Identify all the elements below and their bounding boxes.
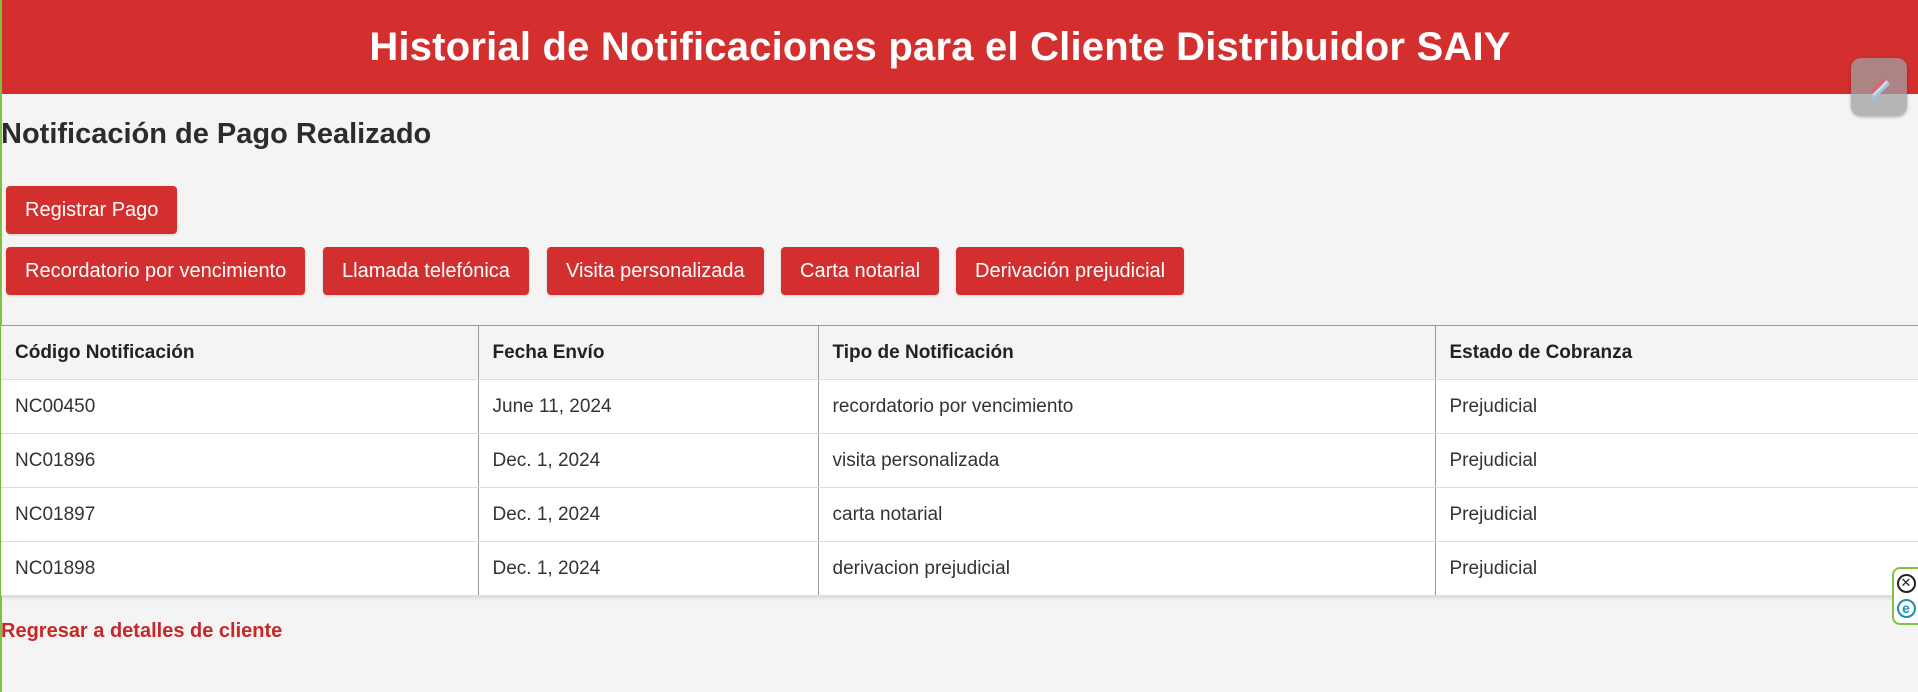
feather-pen-icon (1870, 78, 1890, 100)
table-row: NC00450 June 11, 2024 recordatorio por v… (1, 379, 1918, 434)
cell-status: Prejudicial (1434, 379, 1918, 434)
cell-code: NC01897 (1, 487, 478, 542)
cell-status: Prejudicial (1434, 541, 1918, 596)
table-row: NC01898 Dec. 1, 2024 derivacion prejudic… (1, 541, 1918, 596)
table-row: NC01896 Dec. 1, 2024 visita personalizad… (1, 433, 1918, 488)
column-header-code: Código Notificación (1, 325, 478, 380)
extension-widget: ✕ e (1892, 567, 1918, 625)
reminder-due-button[interactable]: Recordatorio por vencimiento (6, 247, 306, 295)
header-title: Historial de Notificaciones para el Clie… (369, 24, 1511, 69)
cell-type: visita personalizada (817, 433, 1435, 488)
floating-tool-button[interactable] (1851, 58, 1907, 116)
table-header-row: Código Notificación Fecha Envío Tipo de … (1, 325, 1918, 380)
column-header-date: Fecha Envío (477, 325, 818, 380)
cell-type: recordatorio por vencimiento (817, 379, 1435, 434)
cell-code: NC01898 (1, 541, 478, 596)
cell-date: Dec. 1, 2024 (477, 487, 818, 542)
notarial-letter-button[interactable]: Carta notarial (781, 247, 940, 295)
cell-date: Dec. 1, 2024 (477, 433, 818, 488)
column-header-type: Tipo de Notificación (817, 325, 1435, 380)
column-header-status: Estado de Cobranza (1434, 325, 1918, 380)
personal-visit-button[interactable]: Visita personalizada (547, 247, 764, 295)
cell-code: NC01896 (1, 433, 478, 488)
close-circle-icon[interactable]: ✕ (1896, 574, 1916, 593)
e-logo-icon[interactable]: e (1896, 599, 1916, 618)
back-to-client-link[interactable]: Regresar a detalles de cliente (1, 620, 282, 643)
page-title: Notificación de Pago Realizado (1, 118, 432, 150)
notifications-table: Código Notificación Fecha Envío Tipo de … (1, 325, 1918, 596)
cell-date: June 11, 2024 (477, 379, 818, 434)
cell-date: Dec. 1, 2024 (477, 541, 818, 596)
table-row: NC01897 Dec. 1, 2024 carta notarial Prej… (1, 487, 1918, 542)
cell-type: derivacion prejudicial (817, 541, 1435, 596)
prejudicial-referral-button[interactable]: Derivación prejudicial (956, 247, 1185, 295)
register-payment-button[interactable]: Registrar Pago (6, 186, 178, 234)
cell-type: carta notarial (817, 487, 1435, 542)
cell-status: Prejudicial (1434, 433, 1918, 488)
phone-call-button[interactable]: Llamada telefónica (323, 247, 529, 295)
cell-status: Prejudicial (1434, 487, 1918, 542)
cell-code: NC00450 (1, 379, 478, 434)
page-header: Historial de Notificaciones para el Clie… (2, 0, 1918, 94)
